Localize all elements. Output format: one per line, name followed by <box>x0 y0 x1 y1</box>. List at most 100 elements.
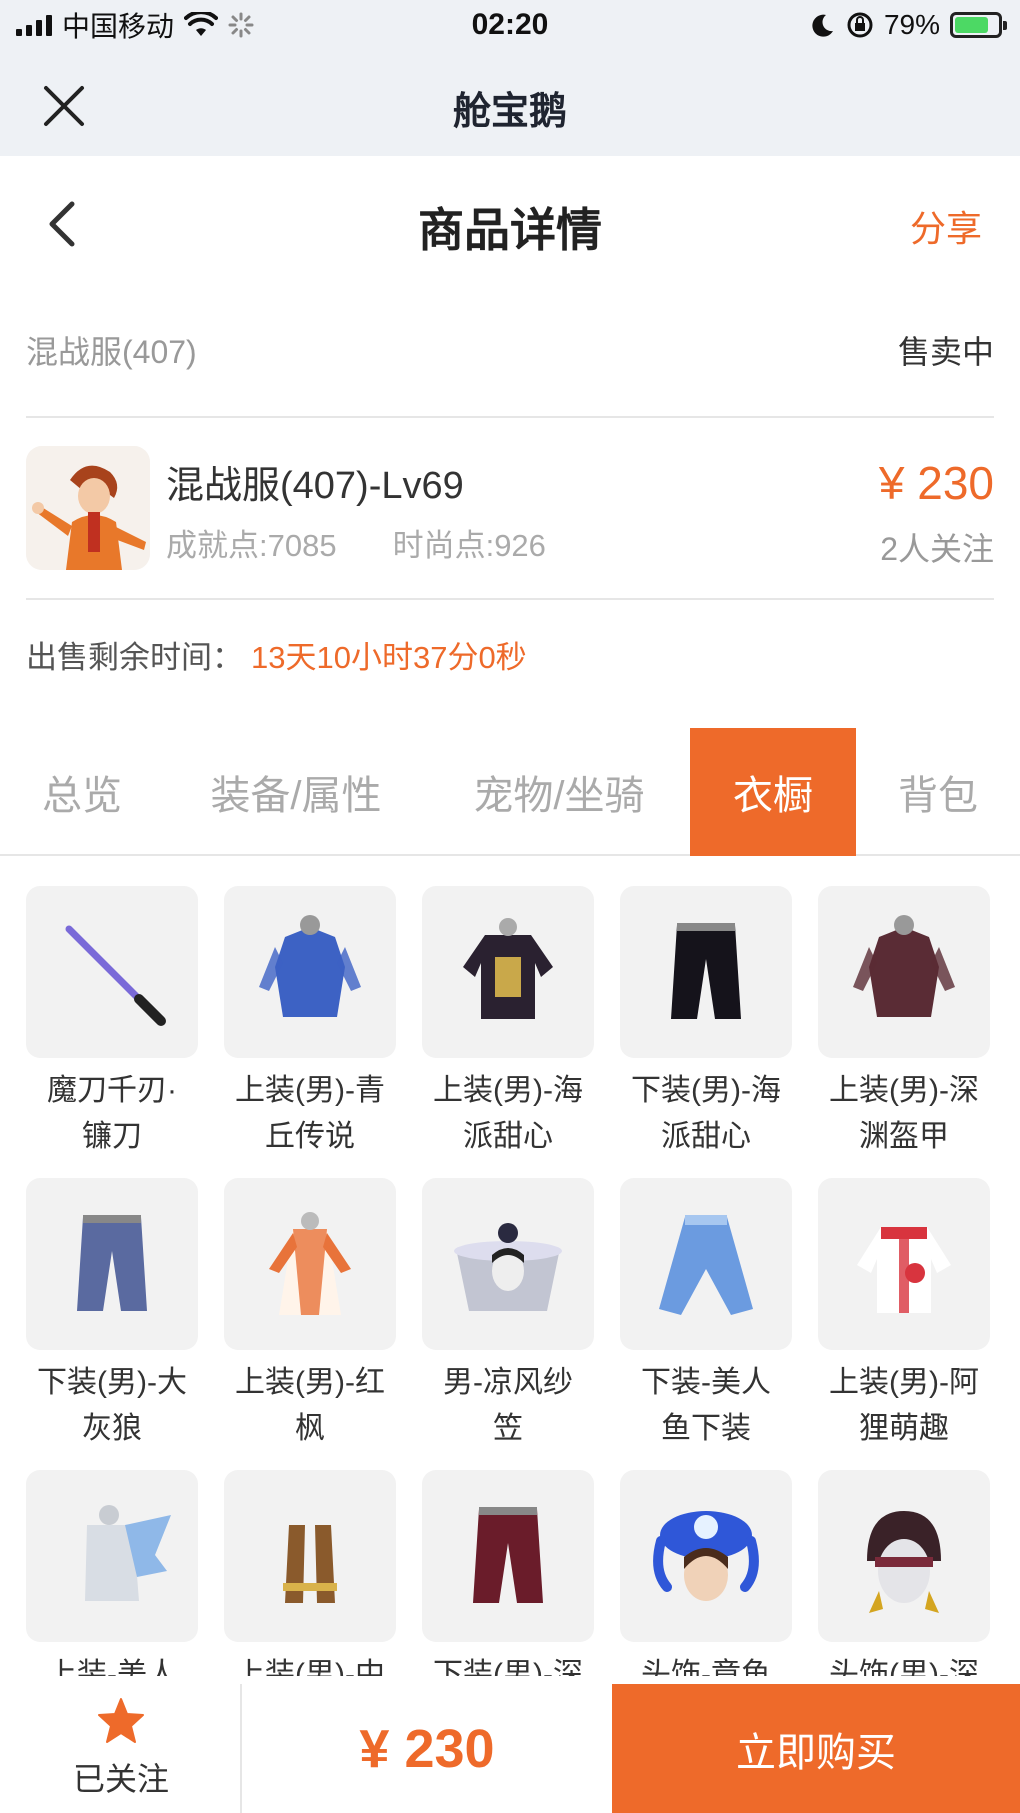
page-header: 商品详情 分享 <box>0 156 1020 290</box>
app-title: 舱宝鹅 <box>452 91 567 133</box>
wardrobe-item-name: 下装-美人鱼下装 <box>620 1360 792 1452</box>
wardrobe-item[interactable]: 上装-美人 <box>26 1470 198 1676</box>
wardrobe-item-name: 下装(男)-大 灰狼 <box>26 1360 198 1452</box>
wardrobe-item[interactable]: 下装-美人鱼下装 <box>620 1178 792 1452</box>
wardrobe-item[interactable]: 下装(男)-深 <box>422 1470 594 1676</box>
jacket-icon <box>422 886 594 1058</box>
pants-icon <box>26 1178 198 1350</box>
wardrobe-item[interactable]: 上装(男)-深 渊盔甲 <box>818 886 990 1160</box>
wardrobe-item-name-line1: 上装(男)-阿 <box>829 1366 979 1399</box>
wardrobe-item-name-line2: 笠 <box>493 1412 523 1445</box>
wardrobe-item[interactable]: 上装(男)-阿 狸萌趣 <box>818 1178 990 1452</box>
wardrobe-item-name: 上装(男)-阿 狸萌趣 <box>818 1360 990 1452</box>
wardrobe-item-name-line2: 丘传说 <box>265 1120 355 1153</box>
tab-equipment[interactable]: 装备/属性 <box>186 728 406 856</box>
tab-overview[interactable]: 总览 <box>8 728 156 856</box>
skirt-icon <box>620 1178 792 1350</box>
wardrobe-item-name-line1: 上装(男)-中 <box>235 1658 385 1676</box>
wardrobe-item-name-line2: 枫 <box>295 1412 325 1445</box>
follower-count: 2人关注 <box>880 531 994 567</box>
armor-icon <box>818 886 990 1058</box>
wardrobe-item-name: 下装(男)-深 <box>422 1652 594 1676</box>
wing-top-icon <box>26 1470 198 1642</box>
wardrobe-item-name-line1: 魔刀千刃· <box>47 1074 177 1107</box>
achievement-points: 成就点:7085 <box>166 528 337 563</box>
wardrobe-item[interactable]: 头饰-章鱼 <box>620 1470 792 1676</box>
wardrobe-item-name-line1: 下装(男)-海 <box>631 1074 781 1107</box>
remaining-time-row: 出售剩余时间： 13天10小时37分0秒 <box>26 632 527 677</box>
tab-pets[interactable]: 宠物/坐骑 <box>444 728 674 856</box>
wardrobe-item-name: 上装-美人 <box>26 1652 198 1676</box>
product-price: ¥ 230 <box>878 457 994 509</box>
app-bar: 舱宝鹅 <box>0 52 1020 156</box>
octopus-hat-icon <box>620 1470 792 1642</box>
wardrobe-item-name-line1: 上装(男)-青 <box>235 1074 385 1107</box>
vest-icon <box>224 1470 396 1642</box>
wardrobe-item[interactable]: 上装(男)-青 丘传说 <box>224 886 396 1160</box>
rotation-lock-icon <box>847 12 873 38</box>
wardrobe-item-name-line2: 狸萌趣 <box>859 1412 949 1445</box>
wardrobe-grid: 魔刀千刃· 镰刀 上装(男)-青 丘传说 上装(男)-海 派甜心 下装(男)-海 派甜心 上装(… <box>26 886 996 1676</box>
wardrobe-item-name: 魔刀千刃· 镰刀 <box>26 1068 198 1160</box>
wardrobe-item[interactable]: 下装(男)-海 派甜心 <box>620 886 792 1160</box>
buy-now-button[interactable]: 立即购买 <box>612 1684 1020 1813</box>
tab-backpack[interactable]: 背包 <box>872 728 1004 856</box>
wardrobe-item-name: 男-凉风纱笠 <box>422 1360 594 1452</box>
wardrobe-item-name-line2: 灰狼 <box>82 1412 142 1445</box>
wardrobe-item-name-line1: 男-凉风纱 <box>443 1366 573 1399</box>
robe-icon <box>224 1178 396 1350</box>
wardrobe-item[interactable]: 上装(男)-红枫 <box>224 1178 396 1452</box>
wardrobe-item-name: 头饰(男)-深 <box>818 1652 990 1676</box>
follow-label: 已关注 <box>72 1761 169 1797</box>
wardrobe-item[interactable]: 上装(男)-海 派甜心 <box>422 886 594 1160</box>
divider <box>26 598 994 600</box>
wardrobe-item[interactable]: 头饰(男)-深 <box>818 1470 990 1676</box>
remaining-time-label: 出售剩余时间： <box>26 640 243 675</box>
wardrobe-item-name-line2: 渊盔甲 <box>859 1120 949 1153</box>
wardrobe-item-name-line1: 下装-美人 <box>641 1366 771 1399</box>
blade-icon <box>26 886 198 1058</box>
battery-fill <box>955 17 988 33</box>
bottom-price: ¥ 230 <box>359 1718 495 1779</box>
server-name: 混战服(407) <box>26 334 197 370</box>
wardrobe-item-name-line1: 下装(男)-大 <box>37 1366 187 1399</box>
product-title: 混战服(407)-Lv69 <box>166 465 464 507</box>
wardrobe-item-name-line2: 镰刀 <box>82 1120 142 1153</box>
divider <box>26 416 994 418</box>
status-right: 79% <box>810 8 1007 42</box>
hat-icon <box>422 1178 594 1350</box>
wardrobe-item-name-line1: 下装(男)-深 <box>433 1658 583 1676</box>
wardrobe-item-name-line1: 头饰-章鱼 <box>641 1658 771 1676</box>
remaining-time-value: 13天10小时37分0秒 <box>251 640 527 675</box>
helmet-icon <box>818 1470 990 1642</box>
wardrobe-item-name-line1: 头饰(男)-深 <box>829 1658 979 1676</box>
product-info[interactable]: 混战服(407)-Lv69 成就点:7085 时尚点:926 ¥ 230 2人关… <box>26 446 994 572</box>
wardrobe-item-name: 上装(男)-中 <box>224 1652 396 1676</box>
pants-icon <box>620 886 792 1058</box>
follow-button[interactable]: 已关注 <box>0 1684 242 1813</box>
page-title: 商品详情 <box>418 204 602 256</box>
wardrobe-item-name: 上装(男)-深 渊盔甲 <box>818 1068 990 1160</box>
wardrobe-item-name: 上装(男)-青 丘传说 <box>224 1068 396 1160</box>
bottom-bar: 已关注 ¥ 230 立即购买 <box>0 1684 1020 1813</box>
status-bar: 中国移动 02:20 79% <box>0 0 1020 52</box>
wardrobe-item[interactable]: 下装(男)-大 灰狼 <box>26 1178 198 1452</box>
wardrobe-item-name: 头饰-章鱼 <box>620 1652 792 1676</box>
battery-percent: 79% <box>883 9 940 40</box>
wardrobe-item-name-line1: 上装(男)-深 <box>829 1074 979 1107</box>
hoodie-icon <box>818 1178 990 1350</box>
wardrobe-item[interactable]: 男-凉风纱笠 <box>422 1178 594 1452</box>
tab-wardrobe[interactable]: 衣橱 <box>690 728 856 856</box>
tab-bar: 总览 装备/属性 宠物/坐骑 衣橱 背包 <box>0 728 1020 856</box>
wardrobe-item-name-line2: 鱼下装 <box>661 1412 751 1445</box>
moon-icon <box>812 14 833 37</box>
wardrobe-item[interactable]: 上装(男)-中 <box>224 1470 396 1676</box>
wardrobe-item-name: 下装(男)-海 派甜心 <box>620 1068 792 1160</box>
pants-icon <box>422 1470 594 1642</box>
character-avatar <box>26 446 150 570</box>
wardrobe-item-name: 上装(男)-红枫 <box>224 1360 396 1452</box>
wardrobe-item[interactable]: 魔刀千刃· 镰刀 <box>26 886 198 1160</box>
share-button[interactable]: 分享 <box>910 200 982 252</box>
armor-icon <box>224 886 396 1058</box>
star-icon <box>98 1698 144 1743</box>
